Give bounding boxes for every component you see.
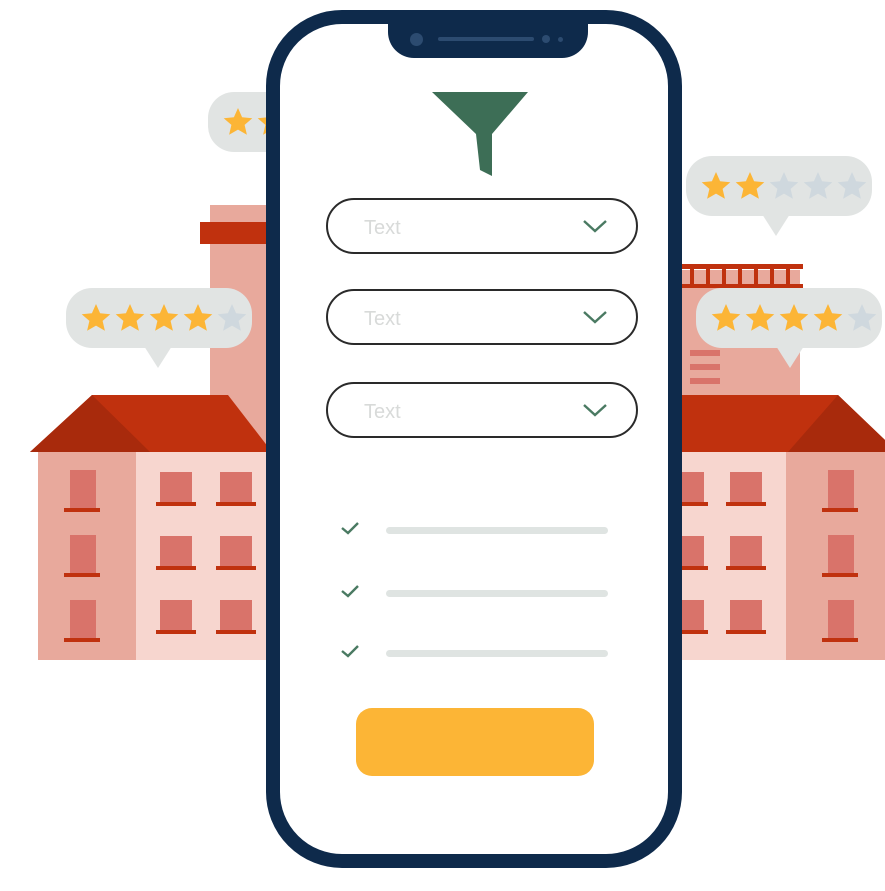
filter-select-3[interactable]: Text (326, 382, 638, 438)
star-filled-icon (779, 304, 809, 331)
chevron-down-icon (583, 311, 607, 324)
left-building (30, 395, 272, 660)
checklist-item (340, 518, 620, 542)
check-icon (341, 645, 359, 658)
star-filled-icon (701, 172, 731, 199)
star-filled-icon (149, 304, 179, 331)
rating-stars (686, 156, 868, 216)
check-icon (341, 585, 359, 598)
filter-select-1[interactable]: Text (326, 198, 638, 254)
rating-stars (66, 288, 248, 348)
checklist-item (340, 641, 620, 665)
star-filled-icon (115, 304, 145, 331)
chevron-down-icon (583, 220, 607, 233)
camera-icon (410, 33, 423, 46)
check-icon (341, 522, 359, 535)
rating-stars (696, 288, 878, 348)
select-placeholder: Text (364, 217, 401, 239)
select-placeholder: Text (364, 308, 401, 330)
star-empty-icon (837, 172, 867, 199)
right-building (676, 395, 885, 660)
funnel-icon (432, 92, 528, 176)
select-placeholder: Text (364, 401, 401, 423)
rating-bubble-left (66, 288, 252, 368)
chevron-down-icon (583, 404, 607, 417)
star-filled-icon (223, 108, 253, 135)
checklist-item (340, 581, 620, 605)
checklist-line (386, 527, 608, 534)
checklist-line (386, 650, 608, 657)
phone-frame: Text Text Text (266, 10, 682, 868)
star-filled-icon (735, 172, 765, 199)
sensor-dot (542, 35, 550, 43)
phone-notch (388, 18, 588, 58)
rating-bubble-top-right (686, 156, 872, 236)
star-empty-icon (803, 172, 833, 199)
star-empty-icon (217, 304, 247, 331)
star-empty-icon (847, 304, 877, 331)
filter-select-2[interactable]: Text (326, 289, 638, 345)
apply-button[interactable] (356, 708, 594, 776)
star-filled-icon (711, 304, 741, 331)
star-filled-icon (813, 304, 843, 331)
star-filled-icon (81, 304, 111, 331)
star-filled-icon (745, 304, 775, 331)
star-empty-icon (769, 172, 799, 199)
star-filled-icon (183, 304, 213, 331)
rating-bubble-right (696, 288, 882, 368)
speaker-grille (438, 37, 534, 41)
sensor-dot (558, 37, 563, 42)
checklist-line (386, 590, 608, 597)
